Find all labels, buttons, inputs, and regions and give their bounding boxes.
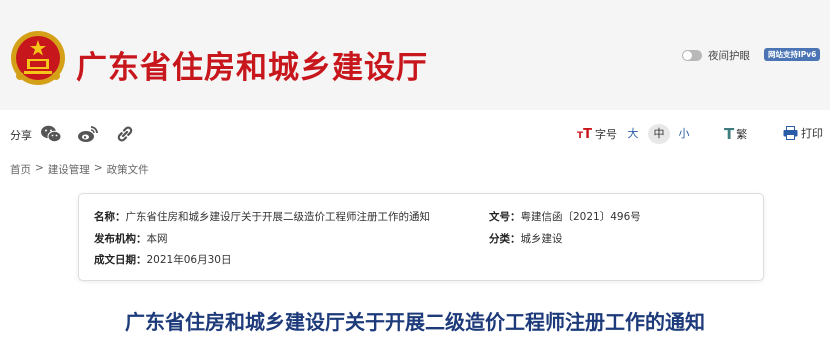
printer-icon xyxy=(783,126,798,140)
breadcrumb: 首页 > 建设管理 > 政策文件 xyxy=(10,162,149,177)
info-date-row: 成文日期：2021年06月30日 xyxy=(94,252,231,267)
traditional-label: 繁 xyxy=(736,128,748,141)
traditional-chinese-button[interactable]: T 繁 xyxy=(724,125,747,143)
national-emblem-icon xyxy=(11,31,65,85)
breadcrumb-separator: > xyxy=(93,162,103,174)
font-size-label: 字号 xyxy=(595,128,618,141)
info-issuer-label: 发布机构： xyxy=(94,233,147,245)
breadcrumb-separator: > xyxy=(35,162,44,174)
info-date-label: 成文日期： xyxy=(94,254,147,266)
breadcrumb-home[interactable]: 首页 xyxy=(10,162,31,177)
article-title: 广东省住房和城乡建设厅关于开展二级造价工程师注册工作的通知 xyxy=(125,310,705,334)
font-size-large[interactable]: 大 xyxy=(622,124,644,144)
link-icon[interactable] xyxy=(114,124,136,144)
info-docno-row: 文号：粤建信函〔2021〕496号 xyxy=(489,209,641,224)
breadcrumb-construction-management[interactable]: 建设管理 xyxy=(48,162,90,177)
font-size-medium[interactable]: 中 xyxy=(648,124,670,144)
font-size-control: TT 字号 xyxy=(577,126,617,142)
share-label: 分享 xyxy=(10,129,32,142)
site-title[interactable]: 广东省住房和城乡建设厅 xyxy=(76,42,428,87)
info-category-value: 城乡建设 xyxy=(520,233,563,245)
night-mode-toggle[interactable]: 夜间护眼 xyxy=(682,48,750,63)
info-issuer-row: 发布机构：本网 xyxy=(94,231,168,246)
ipv6-badge: 网站支持IPv6 xyxy=(764,48,821,61)
font-size-small[interactable]: 小 xyxy=(673,124,695,144)
info-docno-value: 粤建信函〔2021〕496号 xyxy=(520,211,641,223)
info-name-value: 广东省住房和城乡建设厅关于开展二级造价工程师注册工作的通知 xyxy=(125,211,431,223)
info-date-value: 2021年06月30日 xyxy=(146,254,232,266)
print-button[interactable]: 打印 xyxy=(783,125,823,141)
info-name-row: 名称：广东省住房和城乡建设厅关于开展二级造价工程师注册工作的通知 xyxy=(94,209,430,224)
night-mode-label: 夜间护眼 xyxy=(708,50,750,62)
article-toolbar: 分享 TT 字号 大 中 小 T 繁 打印 xyxy=(0,110,830,154)
site-header: 广东省住房和城乡建设厅 夜间护眼 网站支持IPv6 xyxy=(0,0,830,110)
font-size-icon: TT xyxy=(577,126,593,142)
document-info-box: 名称：广东省住房和城乡建设厅关于开展二级造价工程师注册工作的通知 文号：粤建信函… xyxy=(78,193,764,281)
info-category-row: 分类：城乡建设 xyxy=(489,231,563,246)
toggle-switch-icon[interactable] xyxy=(682,50,702,61)
print-label: 打印 xyxy=(801,127,823,140)
info-name-label: 名称： xyxy=(94,211,126,223)
info-issuer-value: 本网 xyxy=(146,233,168,245)
weibo-icon[interactable] xyxy=(77,124,99,144)
breadcrumb-policy-documents[interactable]: 政策文件 xyxy=(107,162,149,177)
info-docno-label: 文号： xyxy=(489,211,521,223)
traditional-icon: T xyxy=(724,125,735,143)
info-category-label: 分类： xyxy=(489,233,521,245)
wechat-icon[interactable] xyxy=(40,124,62,144)
